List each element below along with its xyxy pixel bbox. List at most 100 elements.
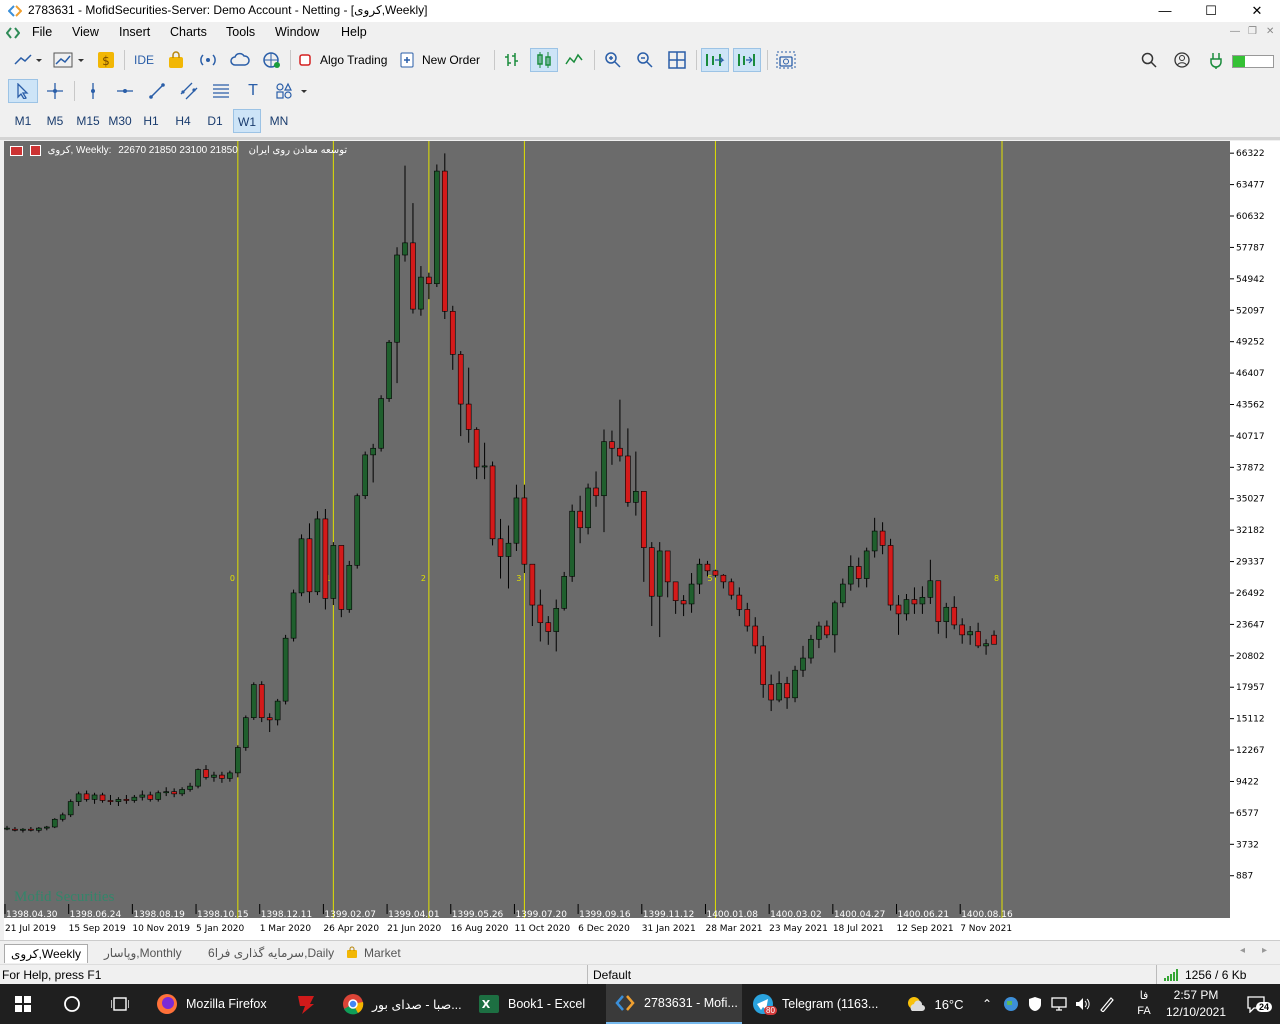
time-label-gregorian: 11 Oct 2020 <box>514 924 570 934</box>
text-tool-icon[interactable]: T <box>240 79 266 103</box>
menu-tools[interactable]: Tools <box>226 25 255 39</box>
tray-volume-icon[interactable] <box>1072 984 1094 1024</box>
tab-chart-kervi-weekly[interactable]: کروی,Weekly <box>4 944 88 963</box>
price-chart[interactable]: 0123581398.04.301398.06.241398.08.191398… <box>4 141 1230 918</box>
timeframe-m30[interactable]: M30 <box>105 109 135 133</box>
tab-scroll-left-icon[interactable]: ◂ <box>1240 945 1245 956</box>
account-icon[interactable] <box>1170 48 1194 72</box>
auto-scroll-icon[interactable] <box>701 48 729 72</box>
horizontal-line-icon[interactable] <box>112 79 138 103</box>
timeframe-m1[interactable]: M1 <box>9 109 37 133</box>
menu-window[interactable]: Window <box>275 25 319 39</box>
price-axis[interactable]: 66322 63477 60632 57787 54942 52097 49252 46407… <box>1230 141 1280 918</box>
taskbar-metatrader[interactable]: 2783631 - Mofi... <box>606 984 742 1024</box>
market-icon[interactable] <box>164 48 188 72</box>
tile-windows-icon[interactable] <box>664 48 690 72</box>
candle-body <box>808 638 814 659</box>
tray-chevron-icon[interactable]: ⌃ <box>978 984 996 1024</box>
trendline-icon[interactable] <box>144 79 170 103</box>
time-label-persian: 1398.06.24 <box>70 910 122 918</box>
candlestick-plot[interactable]: 0123581398.04.301398.06.241398.08.191398… <box>4 141 1230 918</box>
channel-icon[interactable] <box>176 79 202 103</box>
menu-view[interactable]: View <box>72 25 99 39</box>
timeframe-h1[interactable]: H1 <box>137 109 165 133</box>
taskbar-metatrader-label: 2783631 - Mofi... <box>644 996 738 1010</box>
ide-button[interactable]: IDE <box>130 48 158 72</box>
tab-scroll-right-icon[interactable]: ▸ <box>1262 945 1267 956</box>
task-view-icon[interactable] <box>98 984 142 1024</box>
chart-shift-icon[interactable] <box>733 48 761 72</box>
time-label-gregorian: 31 Jan 2021 <box>642 924 696 934</box>
timeframe-d1[interactable]: D1 <box>201 109 229 133</box>
tab-chart-fara-daily[interactable]: سرمایه گذاری فرا6,Daily <box>202 944 340 962</box>
fibonacci-icon[interactable] <box>208 79 234 103</box>
mdi-close-icon[interactable]: ✕ <box>1266 26 1274 37</box>
timeframe-mn[interactable]: MN <box>265 109 293 133</box>
menu-help[interactable]: Help <box>341 25 367 39</box>
tab-chart-vepasar-monthly[interactable]: وپاسار,Monthly <box>98 944 188 962</box>
new-chart-icon[interactable] <box>10 48 46 72</box>
notifications-button[interactable]: 24 <box>1236 984 1276 1024</box>
weather-widget[interactable]: 16°C <box>900 984 970 1024</box>
taskbar-telegram[interactable]: 80 Telegram (1163... <box>744 984 878 1024</box>
screenshot-icon[interactable] <box>773 48 799 72</box>
candlestick-chart-icon[interactable] <box>530 48 558 72</box>
taskbar-firefox[interactable]: Mozilla Firefox <box>148 984 278 1024</box>
mdi-minimize-icon[interactable]: — <box>1230 26 1240 37</box>
mdi-restore-icon[interactable]: ❐ <box>1248 26 1257 37</box>
telegram-icon: 80 <box>752 993 777 1015</box>
profiles-icon[interactable] <box>50 48 88 72</box>
taskbar-chrome[interactable]: صبا - صدای بور... <box>334 984 464 1024</box>
market-watch-icon[interactable]: $ <box>94 48 118 72</box>
new-order-button[interactable]: New Order <box>400 48 486 72</box>
maximize-button[interactable]: ☐ <box>1188 0 1234 22</box>
search-circle-icon[interactable] <box>50 984 94 1024</box>
metatrader-taskbar-icon <box>615 995 635 1011</box>
menu-file[interactable]: File <box>32 25 52 39</box>
time-label-gregorian: 16 Aug 2020 <box>451 924 509 934</box>
web-terminal-icon[interactable] <box>260 48 284 72</box>
taskbar-excel[interactable]: X Book1 - Excel <box>470 984 600 1024</box>
menu-charts[interactable]: Charts <box>170 25 207 39</box>
tray-globe-icon[interactable] <box>1000 984 1022 1024</box>
vps-cloud-icon[interactable] <box>228 48 252 72</box>
candle-body <box>927 580 934 598</box>
start-button[interactable] <box>0 984 46 1024</box>
time-axis[interactable]: 21 Jul 2019 15 Sep 2019 10 Nov 2019 5 Jan 2… <box>4 918 1280 940</box>
algo-trading-button[interactable]: Algo Trading <box>298 48 394 72</box>
candle-body <box>473 429 480 468</box>
timeframe-m15[interactable]: M15 <box>73 109 103 133</box>
crosshair-icon[interactable] <box>42 79 68 103</box>
signals-icon[interactable] <box>196 48 220 72</box>
shapes-icon[interactable] <box>272 79 310 103</box>
language-indicator[interactable]: فا FA <box>1124 984 1164 1024</box>
close-button[interactable]: ✕ <box>1234 0 1280 22</box>
tray-network-icon[interactable] <box>1048 984 1070 1024</box>
chart-window-icon[interactable] <box>6 26 20 40</box>
tray-pen-icon[interactable] <box>1096 984 1118 1024</box>
bar-chart-icon[interactable] <box>500 48 524 72</box>
language-fa-label: فا <box>1139 990 1149 1002</box>
line-chart-icon[interactable] <box>562 48 588 72</box>
clock[interactable]: 2:57 PM 12/10/2021 <box>1164 984 1228 1024</box>
timeframe-m5[interactable]: M5 <box>41 109 69 133</box>
taskbar-app-red[interactable] <box>284 984 328 1024</box>
candle-body <box>951 606 958 626</box>
zoom-in-icon[interactable] <box>600 48 626 72</box>
candle-body <box>911 599 918 605</box>
search-icon[interactable] <box>1137 48 1161 72</box>
tray-security-icon[interactable] <box>1024 984 1046 1024</box>
tab-market[interactable]: Market <box>340 944 407 962</box>
minimize-button[interactable]: — <box>1142 0 1188 22</box>
vertical-line-icon[interactable] <box>80 79 106 103</box>
toolbar-separator <box>594 50 595 70</box>
zoom-out-icon[interactable] <box>632 48 658 72</box>
candle-body <box>513 497 520 544</box>
excel-icon: X <box>479 995 499 1013</box>
timeframe-h4[interactable]: H4 <box>169 109 197 133</box>
time-label-gregorian: 23 May 2021 <box>769 924 828 934</box>
menu-insert[interactable]: Insert <box>119 25 150 39</box>
cursor-icon[interactable] <box>8 79 38 103</box>
timeframe-w1[interactable]: W1 <box>233 109 261 133</box>
time-label-persian: 1399.02.07 <box>324 910 376 918</box>
